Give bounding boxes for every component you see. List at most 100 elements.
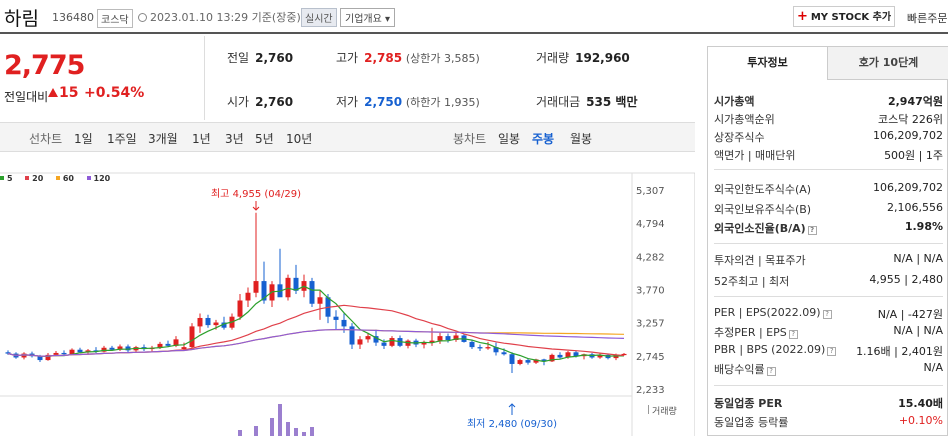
row-label-text: 외국인소진율(B/A): [714, 222, 806, 235]
candle-monthly[interactable]: 월봉: [570, 130, 592, 147]
stat-label: 거래대금: [536, 95, 581, 109]
low-annotation: 최저 2,480 (09/30): [467, 418, 557, 430]
candle-body: [557, 354, 563, 358]
row-value: N/A | N/A: [893, 252, 943, 265]
realtime-button[interactable]: 실시간: [301, 8, 337, 27]
volume-bar: [254, 426, 258, 436]
stat-value: 2,785: [364, 51, 403, 65]
period-1w[interactable]: 1주일: [107, 130, 137, 147]
candle-body: [365, 336, 371, 340]
candle-body: [341, 319, 347, 327]
price-change-pct: +0.54%: [84, 85, 145, 101]
row-market-cap: 시가총액 2,947억원: [714, 93, 943, 109]
candle-body: [53, 352, 59, 355]
stat-value: 2,750: [364, 95, 403, 109]
stat-low: 저가 2,750 (하한가 1,935): [336, 93, 480, 110]
stat-label: 저가: [336, 95, 359, 109]
row-label: 투자의견 | 목표주가: [714, 254, 806, 267]
candlestick-chart[interactable]: 5,307 4,794 4,282 3,770 3,257 2,745 2,233 최고 4,…: [0, 170, 695, 436]
y-tick-label: 3,770: [636, 286, 665, 297]
row-label: 외국인보유주식수(B): [714, 203, 812, 216]
help-icon[interactable]: ?: [822, 310, 832, 319]
row-market-cap-rank: 시가총액순위 코스닥 226위: [714, 111, 943, 127]
low-arrow-icon: [508, 403, 516, 415]
stat-value: 2,760: [255, 51, 294, 65]
period-1y[interactable]: 1년: [192, 130, 211, 147]
candle-body: [525, 360, 531, 363]
candle-body: [253, 281, 259, 293]
stock-header: 하림 136480 코스닥 2023.01.10 13:29 기준(장중) 실시…: [0, 0, 948, 34]
high-arrow-icon: [252, 201, 260, 211]
company-overview-dropdown[interactable]: 기업개요 ▾: [340, 8, 395, 27]
row-sector-per: 동일업종 PER 15.40배: [714, 395, 943, 411]
row-value: 코스닥 226위: [878, 113, 943, 126]
period-1d[interactable]: 1일: [74, 130, 93, 147]
row-dividend: 배당수익률? N/A: [714, 361, 943, 377]
period-10y[interactable]: 10년: [286, 130, 312, 147]
divider: [714, 385, 943, 386]
stat-sub: (상한가 3,585): [405, 52, 480, 65]
candle-weekly[interactable]: 주봉: [532, 130, 554, 147]
candle-body: [237, 300, 243, 317]
y-tick-label: 2,745: [636, 352, 665, 363]
plus-icon: +: [796, 9, 808, 24]
row-label: 추정PER | EPS?: [714, 324, 798, 340]
candle-body: [197, 317, 203, 327]
candle-daily[interactable]: 일봉: [498, 130, 520, 147]
volume-bar: [286, 422, 290, 436]
row-label: 동일업종 PER: [714, 397, 783, 410]
candle-body: [381, 342, 387, 346]
tab-quote-10[interactable]: 호가 10단계: [828, 47, 948, 80]
row-pbr: PBR | BPS (2022.09)? 1.16배 | 2,401원: [714, 343, 943, 359]
period-3y[interactable]: 3년: [225, 130, 244, 147]
divider: [714, 243, 943, 244]
stat-label: 전일: [227, 51, 250, 65]
quick-order-link[interactable]: 빠른주문: [907, 10, 947, 26]
period-3m[interactable]: 3개월: [148, 130, 178, 147]
volume-bar: [278, 404, 282, 436]
clock-icon: [138, 13, 147, 22]
row-est-per: 추정PER | EPS? N/A | N/A: [714, 324, 943, 340]
row-label-text: 추정PER | EPS: [714, 326, 787, 339]
row-label: 배당수익률?: [714, 361, 776, 377]
candle-body: [61, 352, 67, 355]
stat-high: 고가 2,785 (상한가 3,585): [336, 49, 480, 66]
stat-volume: 거래량 192,960: [536, 49, 630, 66]
row-label: PER | EPS(2022.09)?: [714, 306, 832, 319]
row-value: 106,209,702: [873, 129, 943, 142]
row-value: +0.10%: [898, 414, 943, 427]
market-badge: 코스닥: [97, 9, 133, 28]
row-opinion: 투자의견 | 목표주가 N/A | N/A: [714, 252, 943, 268]
help-icon[interactable]: ?: [807, 226, 817, 235]
candle-body: [469, 341, 475, 348]
row-value: N/A: [923, 361, 943, 374]
row-value: 2,106,556: [887, 201, 943, 214]
stock-name: 하림: [4, 8, 39, 30]
row-foreign-hold: 외국인보유주식수(B) 2,106,556: [714, 201, 943, 217]
candle-body: [509, 354, 515, 364]
stat-label: 시가: [227, 95, 250, 109]
line-chart-label: 선차트: [29, 132, 63, 146]
candle-body: [181, 347, 187, 350]
divider: [714, 169, 943, 170]
y-tick-label: 5,307: [636, 186, 665, 197]
help-icon[interactable]: ?: [827, 347, 837, 356]
help-icon[interactable]: ?: [766, 367, 776, 376]
add-my-stock-button[interactable]: + MY STOCK 추가: [793, 6, 895, 27]
period-5y[interactable]: 5년: [255, 130, 274, 147]
stat-open: 시가 2,760: [227, 93, 293, 110]
help-icon[interactable]: ?: [788, 330, 798, 339]
row-value: 106,209,702: [873, 181, 943, 194]
stat-value: 192,960: [575, 51, 630, 65]
row-foreign-ratio: 외국인소진율(B/A)? 1.98%: [714, 220, 943, 236]
candle-body: [245, 292, 251, 301]
ma-line-60: [7, 328, 625, 357]
candle-body: [485, 347, 491, 349]
row-value: 1.98%: [904, 220, 943, 233]
candle-body: [109, 347, 115, 350]
y-tick-label: 4,794: [636, 219, 665, 230]
y-tick-label: 2,233: [636, 385, 665, 396]
candle-body: [501, 352, 507, 355]
tab-investment-info[interactable]: 투자정보: [708, 47, 828, 80]
divider: [714, 296, 943, 297]
